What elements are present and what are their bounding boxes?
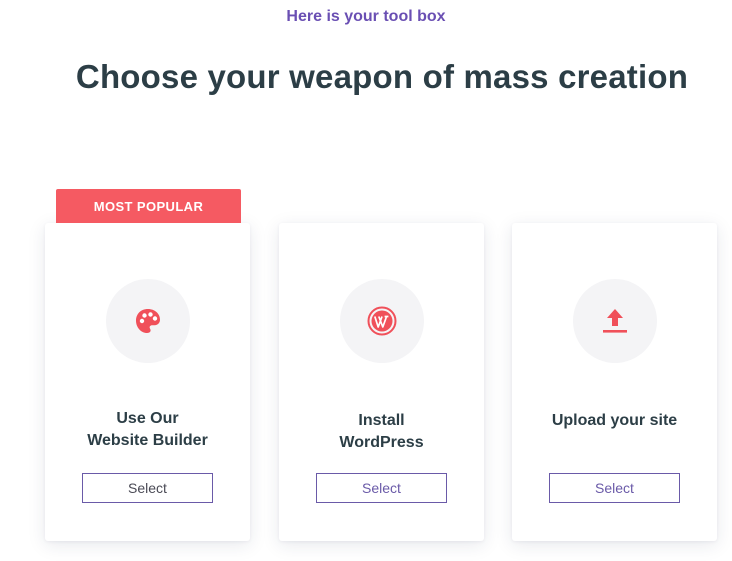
card-title-line2: Website Builder <box>87 432 208 449</box>
icon-circle <box>340 279 424 363</box>
page: Here is your tool box Choose your weapon… <box>0 0 732 561</box>
card-upload-site[interactable]: Upload your site Select <box>512 223 717 541</box>
wordpress-icon <box>367 306 397 336</box>
select-button-wordpress[interactable]: Select <box>316 473 447 503</box>
upload-icon <box>603 309 627 333</box>
page-title: Choose your weapon of mass creation <box>75 58 689 95</box>
select-button-website-builder[interactable]: Select <box>82 473 213 503</box>
card-title-line1: Install <box>358 412 405 429</box>
most-popular-badge: MOST POPULAR <box>56 189 241 223</box>
card-website-builder[interactable]: Use Our Website Builder Select <box>45 223 250 541</box>
card-title: Install WordPress <box>279 410 484 454</box>
card-title-line1: Use Our <box>116 410 179 427</box>
palette-icon <box>136 309 160 333</box>
card-wordpress[interactable]: Install WordPress Select <box>279 223 484 541</box>
select-button-upload-site[interactable]: Select <box>549 473 680 503</box>
card-title-line1: Upload your site <box>551 412 678 429</box>
icon-circle <box>573 279 657 363</box>
card-title: Upload your site <box>512 410 717 432</box>
card-title-line2: WordPress <box>339 434 424 451</box>
icon-circle <box>106 279 190 363</box>
eyebrow-text: Here is your tool box <box>286 8 446 25</box>
card-title: Use Our Website Builder <box>45 408 250 452</box>
